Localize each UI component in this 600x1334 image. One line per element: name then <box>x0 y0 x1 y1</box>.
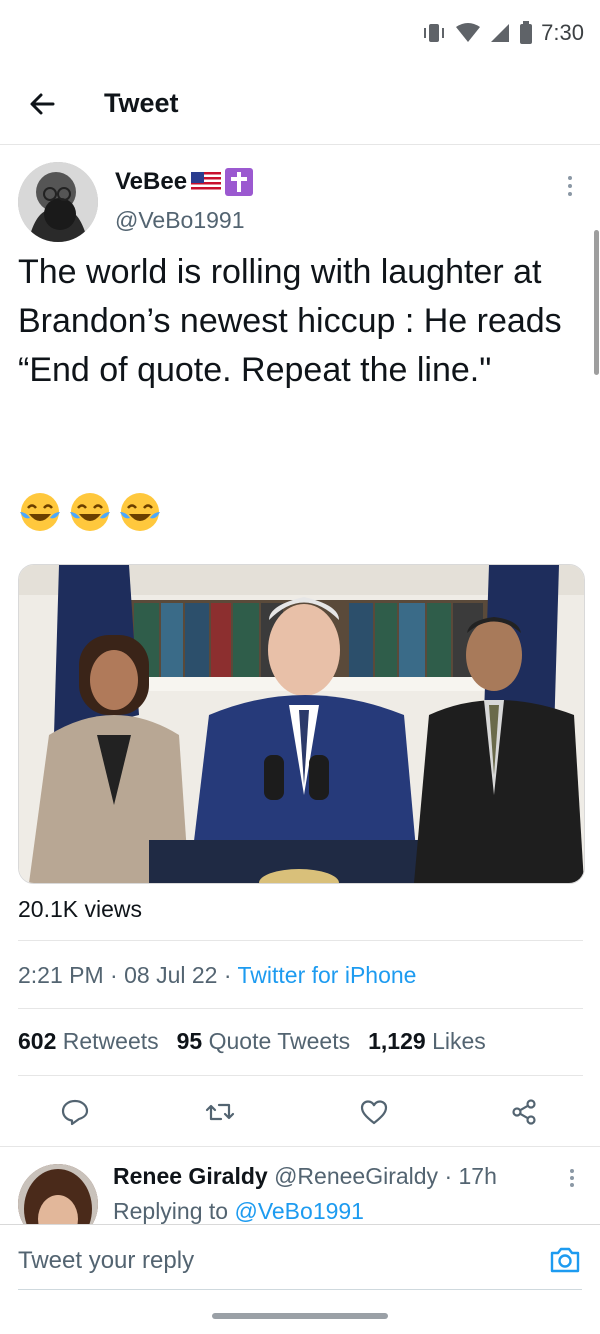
author-name[interactable]: VeBee <box>115 168 254 196</box>
tweet-stats: 602 Retweets 95 Quote Tweets 1,129 Likes <box>18 1028 486 1055</box>
retweets-stat[interactable]: 602 Retweets <box>18 1028 159 1054</box>
reply-time: 17h <box>458 1163 497 1189</box>
retweet-icon <box>205 1103 235 1121</box>
replying-to-label: Replying to <box>113 1198 229 1224</box>
reply-composer: Tweet your reply <box>0 1224 600 1334</box>
quote-tweets-count: 95 <box>176 1028 203 1054</box>
quote-tweets-stat[interactable]: 95 Quote Tweets <box>177 1028 350 1054</box>
laughing-crying-emoji-icon <box>120 493 160 531</box>
battery-icon <box>520 21 533 44</box>
author-avatar[interactable] <box>18 162 98 242</box>
press-conference-photo <box>19 565 584 883</box>
gesture-nav-handle[interactable] <box>212 1313 388 1319</box>
meta-separator: · <box>110 962 125 988</box>
tweet-actions <box>0 1090 600 1134</box>
latin-cross-icon <box>225 168 254 196</box>
replying-to: Replying to @VeBo1991 <box>113 1198 364 1225</box>
meta-separator: · <box>223 962 238 988</box>
divider <box>18 1075 583 1076</box>
likes-label: Likes <box>432 1028 486 1054</box>
wifi-icon <box>456 23 481 42</box>
quote-tweets-label: Quote Tweets <box>208 1028 351 1054</box>
reply-more-options-button[interactable] <box>562 1166 582 1190</box>
divider <box>18 940 583 941</box>
laughing-crying-emoji-icon <box>20 493 60 531</box>
retweets-count: 602 <box>18 1028 57 1054</box>
status-icons: 7:30 <box>421 20 584 46</box>
avatar-image <box>18 162 98 242</box>
vibrate-icon <box>424 24 445 42</box>
more-options-button[interactable] <box>560 172 580 200</box>
replying-to-handle[interactable]: @VeBo1991 <box>234 1198 364 1224</box>
reply-icon <box>61 1099 89 1126</box>
more-vertical-icon <box>570 1169 574 1187</box>
more-vertical-icon <box>568 176 572 196</box>
back-button[interactable] <box>24 86 60 122</box>
us-flag-icon <box>191 172 222 192</box>
view-count: 20.1K views <box>18 896 143 922</box>
retweets-label: Retweets <box>62 1028 159 1054</box>
tweet-time: 2:21 PM <box>18 962 104 988</box>
reply-header: Renee Giraldy @ReneeGiraldy · 17h <box>113 1163 497 1190</box>
camera-icon <box>550 1247 580 1273</box>
meta-separator: · <box>438 1163 459 1189</box>
scrollbar[interactable] <box>594 230 599 375</box>
back-arrow-icon <box>30 93 55 115</box>
share-button[interactable] <box>502 1090 546 1134</box>
like-button[interactable] <box>352 1090 396 1134</box>
likes-count: 1,129 <box>368 1028 426 1054</box>
reply-author-name[interactable]: Renee Giraldy <box>113 1163 268 1189</box>
divider <box>18 1008 583 1009</box>
input-underline <box>18 1289 582 1290</box>
heart-icon <box>360 1100 388 1125</box>
retweet-button[interactable] <box>198 1090 242 1134</box>
cell-signal-icon <box>491 24 510 42</box>
tweet-media-image[interactable] <box>18 564 585 884</box>
author-name-text: VeBee <box>115 168 188 195</box>
laughing-crying-emoji-icon <box>70 493 110 531</box>
author-handle[interactable]: @VeBo1991 <box>115 207 245 234</box>
tweet-source-link[interactable]: Twitter for iPhone <box>238 962 417 988</box>
reply-author-handle[interactable]: @ReneeGiraldy <box>274 1163 438 1189</box>
page-title: Tweet <box>104 88 179 118</box>
camera-button[interactable] <box>548 1243 582 1277</box>
share-icon <box>512 1099 536 1125</box>
tweet-emojis <box>18 490 162 534</box>
divider <box>0 1146 600 1147</box>
tweet-date: 08 Jul 22 <box>124 962 218 988</box>
tweet-text: The world is rolling with laughter at Br… <box>18 253 562 389</box>
app-header: Tweet <box>0 64 600 145</box>
status-time: 7:30 <box>541 20 584 45</box>
tweet-meta: 2:21 PM · 08 Jul 22 · Twitter for iPhone <box>18 962 416 989</box>
status-bar: 7:30 <box>0 0 600 64</box>
reply-button[interactable] <box>53 1090 97 1134</box>
reply-input[interactable]: Tweet your reply <box>18 1247 194 1275</box>
likes-stat[interactable]: 1,129 Likes <box>368 1028 486 1054</box>
